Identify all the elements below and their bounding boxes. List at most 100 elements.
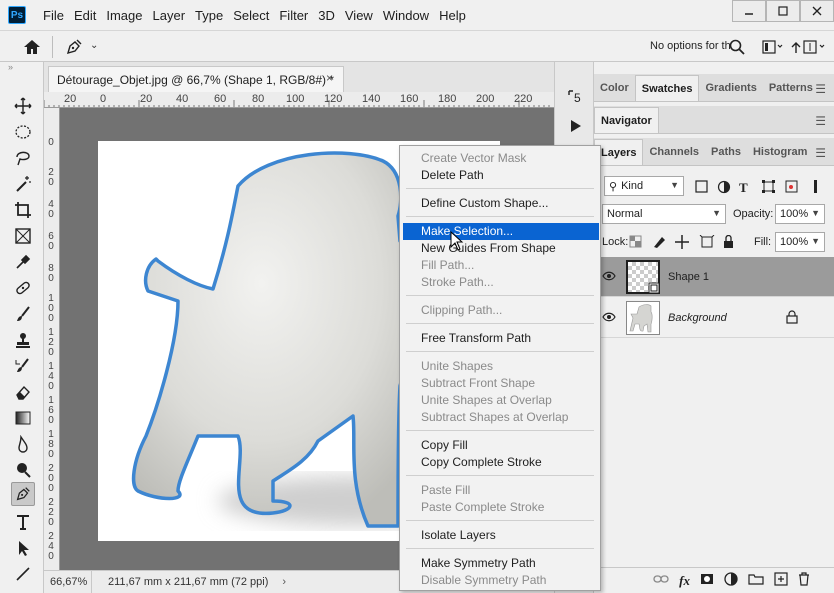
layer-name[interactable]: Shape 1 bbox=[668, 271, 709, 283]
layer-filter-select[interactable]: ⚲ Kind ▼ bbox=[604, 176, 684, 196]
actions-panel-icon[interactable] bbox=[563, 114, 587, 138]
fill-input[interactable]: 100% ▼ bbox=[775, 232, 825, 252]
menu-item-copy-complete-stroke[interactable]: Copy Complete Stroke bbox=[403, 454, 599, 471]
dodge-tool-icon[interactable] bbox=[11, 458, 35, 482]
search-icon[interactable] bbox=[728, 38, 746, 59]
menu-item-paste-complete-stroke[interactable]: Paste Complete Stroke bbox=[403, 499, 599, 516]
menu-item-copy-fill[interactable]: Copy Fill bbox=[403, 437, 599, 454]
tab-histogram[interactable]: Histogram bbox=[747, 139, 813, 165]
pen-tool-icon[interactable] bbox=[11, 482, 35, 506]
menu-image[interactable]: Image bbox=[101, 8, 147, 23]
menu-help[interactable]: Help bbox=[434, 8, 471, 23]
line-tool-icon[interactable] bbox=[11, 562, 35, 586]
move-tool-icon[interactable] bbox=[11, 94, 35, 118]
menu-file[interactable]: File bbox=[38, 8, 69, 23]
status-menu-arrow[interactable]: › bbox=[282, 576, 286, 588]
menu-item-define-custom-shape[interactable]: Define Custom Shape... bbox=[403, 195, 599, 212]
marquee-tool-icon[interactable] bbox=[11, 120, 35, 144]
tab-channels[interactable]: Channels bbox=[643, 139, 705, 165]
healing-brush-tool-icon[interactable] bbox=[11, 276, 35, 300]
menu-edit[interactable]: Edit bbox=[69, 8, 101, 23]
layer-row-shape-1[interactable]: Shape 1 bbox=[594, 257, 834, 297]
menu-item-free-transform-path[interactable]: Free Transform Path bbox=[403, 330, 599, 347]
menu-item-unite-shapes-at-overlap[interactable]: Unite Shapes at Overlap bbox=[403, 392, 599, 409]
menu-item-new-guides-from-shape[interactable]: New Guides From Shape bbox=[403, 240, 599, 257]
menu-item-create-vector-mask[interactable]: Create Vector Mask bbox=[403, 150, 599, 167]
menu-type[interactable]: Type bbox=[190, 8, 228, 23]
menu-window[interactable]: Window bbox=[378, 8, 434, 23]
menu-item-paste-fill[interactable]: Paste Fill bbox=[403, 482, 599, 499]
panel-menu-icon[interactable]: ☰ bbox=[815, 114, 826, 128]
menu-item-stroke-path[interactable]: Stroke Path... bbox=[403, 274, 599, 291]
ruler-top-label: 20 bbox=[64, 93, 77, 105]
path-selection-tool-icon[interactable] bbox=[11, 536, 35, 560]
new-layer-icon[interactable] bbox=[774, 572, 788, 589]
document-tab[interactable]: Détourage_Objet.jpg @ 66,7% (Shape 1, RG… bbox=[48, 66, 344, 92]
menu-item-make-symmetry-path[interactable]: Make Symmetry Path bbox=[403, 555, 599, 572]
lasso-tool-icon[interactable] bbox=[11, 146, 35, 170]
tool-preset-caret-icon[interactable]: ⌄ bbox=[90, 40, 98, 51]
menu-item-fill-path[interactable]: Fill Path... bbox=[403, 257, 599, 274]
tab-patterns[interactable]: Patterns bbox=[763, 75, 819, 101]
zoom-level[interactable]: 66,67% bbox=[44, 571, 92, 593]
close-tab-icon[interactable]: × bbox=[326, 71, 333, 85]
eraser-tool-icon[interactable] bbox=[11, 380, 35, 404]
clone-stamp-tool-icon[interactable] bbox=[11, 328, 35, 352]
brush-tool-icon[interactable] bbox=[11, 302, 35, 326]
adjustment-layer-icon[interactable] bbox=[724, 572, 738, 589]
menu-select[interactable]: Select bbox=[228, 8, 274, 23]
magic-wand-tool-icon[interactable] bbox=[11, 172, 35, 196]
menu-item-disable-symmetry-path[interactable]: Disable Symmetry Path bbox=[403, 572, 599, 589]
lock-icons[interactable] bbox=[628, 235, 738, 249]
tab-gradients[interactable]: Gradients bbox=[699, 75, 762, 101]
ruler-top[interactable]: 20 0 20 40 60 80 100 120 140 160 180 200… bbox=[44, 92, 554, 108]
menu-item-unite-shapes[interactable]: Unite Shapes bbox=[403, 358, 599, 375]
tools-collapse-handle[interactable]: » bbox=[0, 62, 43, 74]
maximize-icon[interactable] bbox=[766, 0, 800, 22]
frame-tool-icon[interactable] bbox=[11, 224, 35, 248]
link-layers-icon[interactable] bbox=[653, 573, 669, 588]
layer-row-background[interactable]: Background bbox=[594, 298, 834, 338]
workspace-icon[interactable] bbox=[762, 39, 784, 58]
blur-tool-icon[interactable] bbox=[11, 432, 35, 456]
layer-name[interactable]: Background bbox=[668, 312, 727, 324]
blend-mode-select[interactable]: Normal ▼ bbox=[602, 204, 726, 224]
pen-tool-icon[interactable] bbox=[64, 37, 84, 57]
new-group-icon[interactable] bbox=[748, 573, 764, 588]
layer-filter-icons[interactable]: T bbox=[694, 180, 824, 194]
eye-icon[interactable] bbox=[602, 270, 616, 284]
panel-menu-icon[interactable]: ☰ bbox=[815, 82, 826, 96]
opacity-input[interactable]: 100% ▼ bbox=[775, 204, 825, 224]
tab-swatches[interactable]: Swatches bbox=[634, 75, 700, 101]
menu-item-make-selection[interactable]: Make Selection... bbox=[403, 223, 599, 240]
menu-item-clipping-path[interactable]: Clipping Path... bbox=[403, 302, 599, 319]
menu-item-delete-path[interactable]: Delete Path bbox=[403, 167, 599, 184]
menu-layer[interactable]: Layer bbox=[148, 8, 191, 23]
eye-icon[interactable] bbox=[602, 311, 616, 325]
gradient-tool-icon[interactable] bbox=[11, 406, 35, 430]
menu-3d[interactable]: 3D bbox=[313, 8, 340, 23]
menu-view[interactable]: View bbox=[340, 8, 378, 23]
close-icon[interactable] bbox=[800, 0, 834, 22]
tab-color[interactable]: Color bbox=[594, 75, 635, 101]
minimize-icon[interactable] bbox=[732, 0, 766, 22]
crop-tool-icon[interactable] bbox=[11, 198, 35, 222]
eyedropper-tool-icon[interactable] bbox=[11, 250, 35, 274]
menu-filter[interactable]: Filter bbox=[274, 8, 313, 23]
panel-menu-icon[interactable]: ☰ bbox=[815, 146, 826, 160]
fx-icon[interactable]: fx bbox=[679, 573, 690, 589]
add-mask-icon[interactable] bbox=[700, 573, 714, 588]
tab-paths[interactable]: Paths bbox=[705, 139, 747, 165]
home-icon[interactable] bbox=[22, 38, 42, 56]
history-brush-tool-icon[interactable] bbox=[11, 354, 35, 378]
trash-icon[interactable] bbox=[798, 572, 810, 589]
menu-item-subtract-front-shape[interactable]: Subtract Front Shape bbox=[403, 375, 599, 392]
share-icon[interactable] bbox=[790, 39, 830, 58]
type-tool-icon[interactable] bbox=[11, 510, 35, 534]
ruler-left[interactable]: 0 2 0 4 0 6 0 8 0 1 0 0 1 2 0 1 4 0 1 6 … bbox=[44, 108, 60, 570]
tab-navigator[interactable]: Navigator bbox=[594, 107, 659, 133]
menu-item-subtract-shapes-at-overlap[interactable]: Subtract Shapes at Overlap bbox=[403, 409, 599, 426]
history-panel-icon[interactable]: 5 bbox=[563, 84, 587, 108]
menu-item-isolate-layers[interactable]: Isolate Layers bbox=[403, 527, 599, 544]
tab-layers[interactable]: Layers bbox=[594, 139, 644, 165]
